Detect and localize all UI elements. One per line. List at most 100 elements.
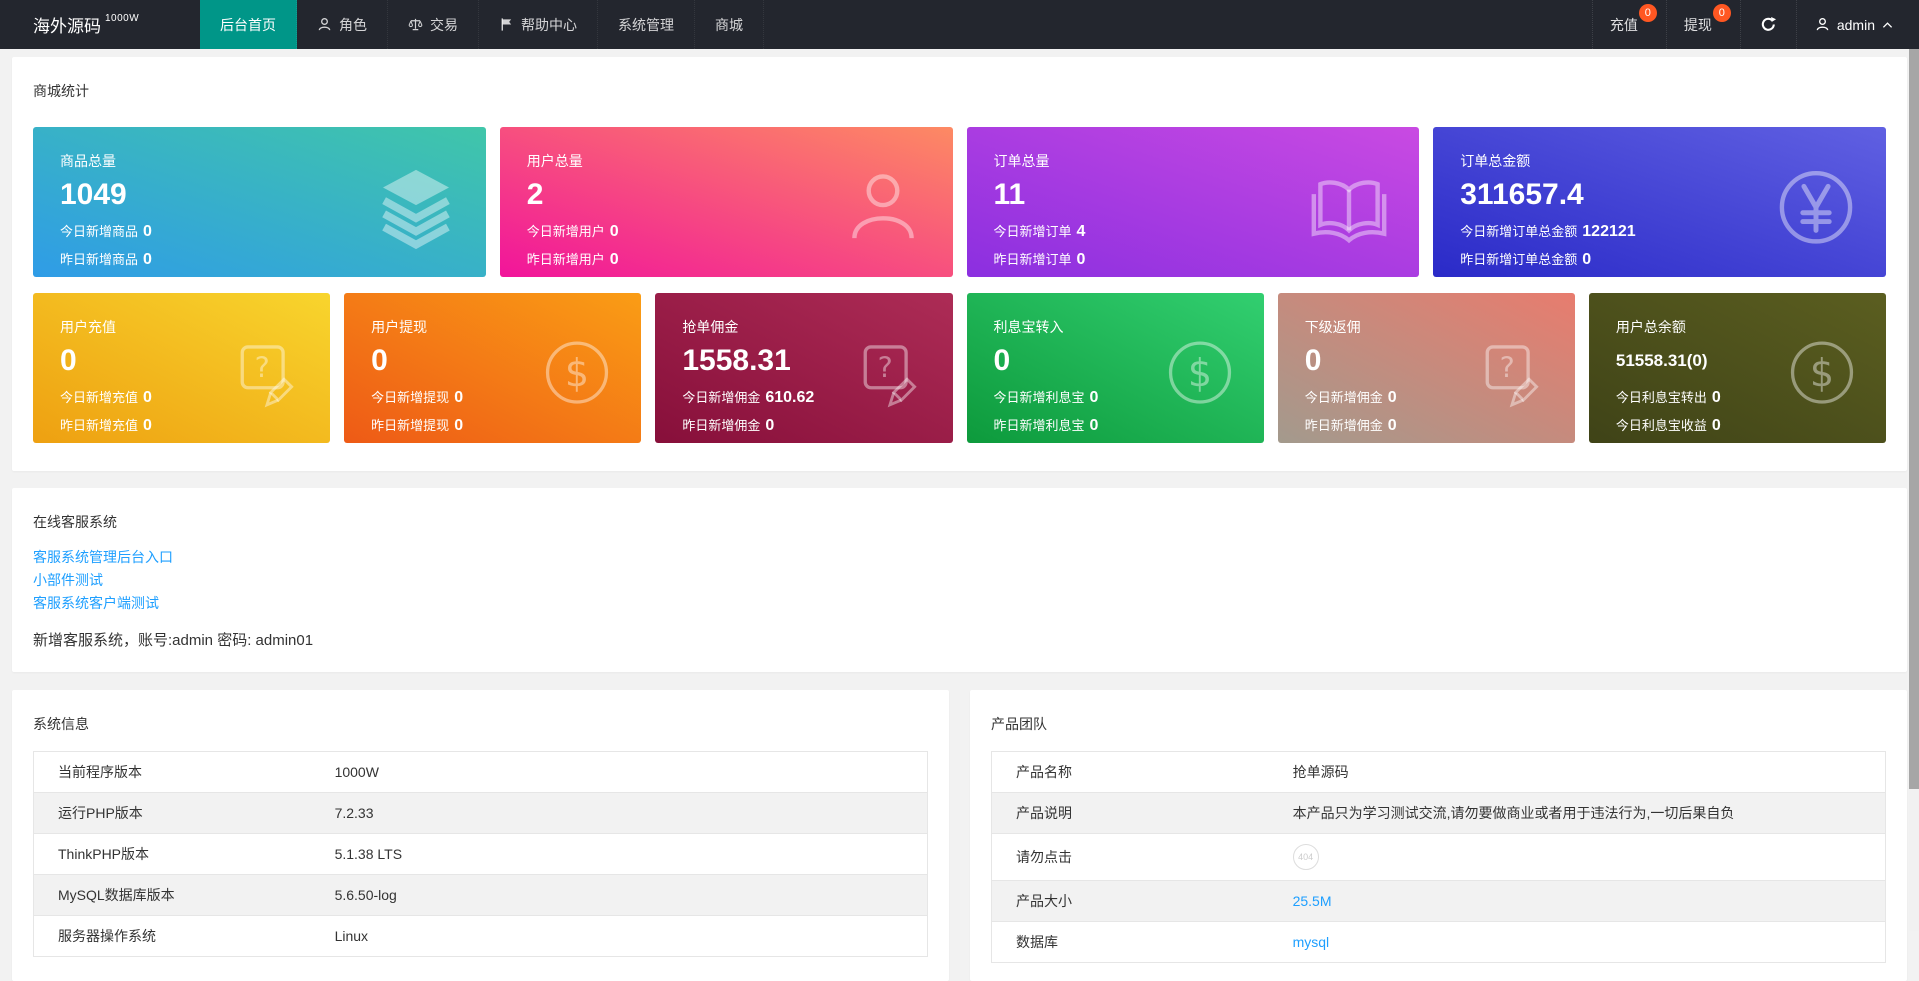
nav-item-label: 帮助中心	[521, 16, 577, 33]
info-row-label: 服务器操作系统	[34, 916, 320, 957]
stat-card-subline-label: 今日新增佣金	[682, 390, 761, 405]
stat-card-subline-label: 今日新增商品	[60, 224, 139, 239]
info-row: 产品说明 本产品只为学习测试交流,请勿要做商业或者用于违法行为,一切后果自负	[991, 792, 1886, 834]
stat-card-subline-label: 今日利息宝转出	[1615, 390, 1707, 405]
info-row-label-text: 产品大小	[1016, 893, 1072, 909]
stat-card-subline: 昨日新增佣金 0	[1305, 415, 1575, 435]
recharge-button[interactable]: 充值 0	[1591, 0, 1666, 49]
stat-card-subline-label: 昨日新增商品	[60, 252, 139, 267]
nav-item-roles[interactable]: 角色	[297, 0, 388, 49]
product-team-title: 产品团队	[991, 716, 1047, 732]
info-row-value: 5.6.50-log	[319, 874, 928, 916]
stat-card-subline-value: 0	[1711, 389, 1721, 406]
info-row: 产品名称 抢单源码	[991, 751, 1886, 793]
stat-card-subline-value: 0	[1387, 417, 1397, 434]
info-row-link[interactable]: 25.5M	[1293, 893, 1332, 909]
dollar-icon: $	[1162, 335, 1238, 411]
info-row-label-text: MySQL数据库版本	[58, 887, 175, 903]
user-icon	[317, 17, 332, 32]
stat-card-row2-1: 用户充值 0 今日新增充值 0 昨日新增充值 0?	[33, 293, 331, 443]
stat-card-subline-value: 0	[1089, 389, 1099, 406]
info-row-value: 404	[1277, 833, 1886, 881]
user-name: admin	[1836, 16, 1875, 33]
navbar-actions: 充值 0 提现 0	[1591, 0, 1740, 49]
service-link-3[interactable]: 客服系统客户端测试	[33, 592, 1886, 615]
refresh-button[interactable]	[1739, 0, 1796, 49]
nav-item-label: 系统管理	[618, 16, 674, 33]
stat-card-row2-5: 下级返佣 0 今日新增佣金 0 昨日新增佣金 0?	[1277, 293, 1575, 443]
withdraw-label: 提现	[1683, 16, 1712, 33]
nav-item-help[interactable]: 帮助中心	[479, 0, 598, 49]
nav-item-mall[interactable]: 商城	[695, 0, 764, 49]
info-row: 请勿点击 404	[991, 833, 1886, 881]
stat-card-subline-value: 0	[609, 251, 619, 268]
info-row: MySQL数据库版本 5.6.50-log	[33, 874, 928, 916]
info-row-label-text: 产品说明	[1016, 805, 1072, 821]
info-row-label-text: 数据库	[1016, 934, 1058, 950]
info-row-value: 25.5M	[1277, 880, 1886, 922]
nav-item-label: 角色	[339, 16, 367, 33]
stat-card-subline-label: 昨日新增充值	[60, 418, 139, 433]
nav-item-label: 交易	[430, 16, 458, 33]
stat-card-subline-label: 昨日新增订单总金额	[1460, 252, 1578, 267]
withdraw-button[interactable]: 提现 0	[1665, 0, 1740, 49]
main-content: 商城统计 商品总量 1049 今日新增商品 0 昨日新增商品 0 用户总量 2 今日新增用户 0 昨…	[0, 57, 1919, 981]
stat-card-subline-value: 0	[1582, 251, 1592, 268]
svg-text:?: ?	[255, 351, 270, 384]
yen-icon	[1772, 163, 1860, 251]
chevron-up-icon	[1882, 21, 1893, 29]
stat-card-subline-label: 昨日新增提现	[371, 418, 450, 433]
info-row: 数据库 mysql	[992, 922, 1886, 963]
service-note: 新增客服系统，账号:admin 密码: admin01	[33, 632, 314, 649]
recharge-badge: 0	[1638, 4, 1657, 22]
stat-card-subline: 昨日新增利息宝 0	[994, 415, 1264, 435]
info-row-link[interactable]: mysql	[1293, 934, 1330, 950]
stat-card-subline-value: 122121	[1582, 223, 1636, 240]
service-link-1[interactable]: 客服系统管理后台入口	[33, 546, 1886, 569]
nav-item-system[interactable]: 系统管理	[598, 0, 695, 49]
info-row-label: 数据库	[992, 922, 1278, 963]
info-row: 服务器操作系统 Linux	[34, 916, 928, 957]
withdraw-badge: 0	[1712, 4, 1731, 22]
svg-text:$: $	[1188, 351, 1212, 395]
stat-card-subline-label: 今日新增订单	[993, 224, 1072, 239]
info-row-label: 产品名称	[991, 751, 1278, 793]
stat-card-row2-2: 用户提现 0 今日新增提现 0 昨日新增提现 0 $	[344, 293, 642, 443]
nav-item-home[interactable]: 后台首页	[200, 0, 297, 49]
404-icon[interactable]: 404	[1292, 844, 1319, 870]
dollar-icon: $	[539, 335, 615, 411]
stat-card-subline-value: 0	[454, 417, 464, 434]
stat-card-subline: 今日利息宝收益 0	[1616, 415, 1886, 435]
app-logo[interactable]: 海外源码 1000W	[0, 0, 200, 49]
stat-card-subline: 昨日新增佣金 0	[682, 415, 952, 435]
user-menu[interactable]: admin	[1795, 0, 1919, 49]
stat-card-subline: 昨日新增提现 0	[371, 415, 641, 435]
stat-card-subline-value: 0	[454, 389, 464, 406]
stat-card-subline-value: 610.62	[765, 389, 815, 406]
stat-card-subline: 昨日新增订单总金额 0	[1460, 249, 1886, 269]
edit-icon: ?	[851, 335, 927, 411]
stat-card-subline-value: 0	[1711, 417, 1721, 434]
info-row-value-text: 抢单源码	[1292, 764, 1349, 780]
svg-text:$: $	[1810, 351, 1834, 395]
stat-card-subline-value: 0	[143, 389, 152, 406]
stat-card-subline-value: 0	[1076, 251, 1086, 268]
stat-card-subline-label: 今日新增利息宝	[993, 390, 1085, 405]
stat-card-subline-label: 今日新增充值	[60, 390, 139, 405]
page-scrollbar-thumb[interactable]	[1909, 49, 1919, 789]
dollar-icon: $	[1784, 335, 1860, 411]
stats-panel: 商城统计 商品总量 1049 今日新增商品 0 昨日新增商品 0 用户总量 2 今日新增用户 0 昨…	[12, 57, 1907, 471]
refresh-icon	[1760, 16, 1777, 33]
stat-card-subline-label: 昨日新增利息宝	[993, 418, 1085, 433]
service-link-2[interactable]: 小部件测试	[33, 569, 1886, 592]
stat-card-subline-value: 0	[143, 417, 152, 434]
info-row-label: 运行PHP版本	[33, 792, 320, 834]
info-row-label: ThinkPHP版本	[33, 833, 320, 875]
stat-card-row2-4: 利息宝转入 0 今日新增利息宝 0 昨日新增利息宝 0 $	[966, 293, 1264, 443]
nav-item-trade[interactable]: 交易	[388, 0, 479, 49]
edit-icon: ?	[228, 335, 304, 411]
stat-card-subline-value: 0	[609, 223, 619, 240]
info-row-value: 本产品只为学习测试交流,请勿要做商业或者用于违法行为,一切后果自负	[1277, 792, 1886, 834]
layers-icon	[372, 163, 460, 251]
info-row-value: 5.1.38 LTS	[319, 833, 928, 875]
